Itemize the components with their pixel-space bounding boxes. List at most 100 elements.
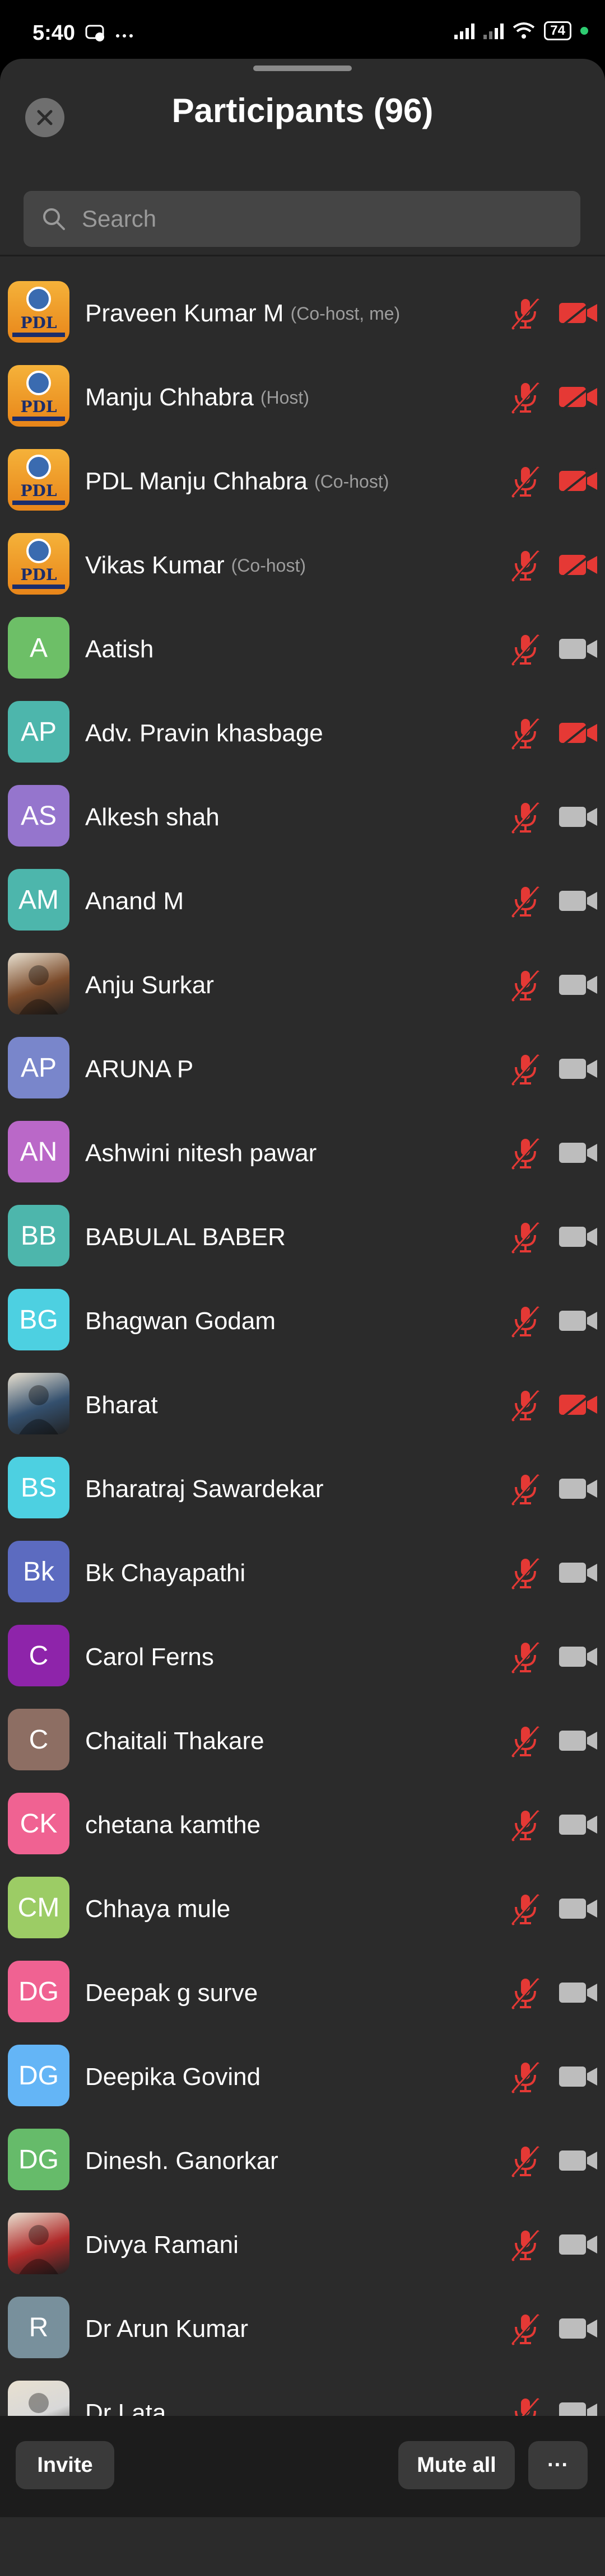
participant-row[interactable]: Anju Surkar <box>0 943 605 1027</box>
mic-muted-icon[interactable] <box>509 2312 542 2346</box>
participant-list[interactable]: PDL Praveen Kumar M (Co-host, me) PDL Manju … <box>0 272 605 2475</box>
mic-muted-icon[interactable] <box>509 1221 542 1254</box>
participant-row[interactable]: BS Bharatraj Sawardekar <box>0 1447 605 1531</box>
video-off-icon[interactable] <box>558 1390 598 1419</box>
mic-muted-icon[interactable] <box>509 297 542 330</box>
video-icon[interactable] <box>558 1306 598 1335</box>
mic-muted-icon[interactable] <box>509 1808 542 1842</box>
video-icon[interactable] <box>558 1138 598 1167</box>
video-off-icon[interactable] <box>558 382 598 412</box>
participant-row[interactable]: PDL Praveen Kumar M (Co-host, me) <box>0 272 605 356</box>
participant-row[interactable]: CM Chhaya mule <box>0 1867 605 1951</box>
participant-row[interactable]: C Chaitali Thakare <box>0 1699 605 1783</box>
sheet-drag-handle[interactable] <box>253 66 352 71</box>
participant-row[interactable]: DG Deepak g surve <box>0 1951 605 2035</box>
video-icon[interactable] <box>558 970 598 999</box>
mic-muted-icon[interactable] <box>509 2228 542 2262</box>
mic-muted-icon[interactable] <box>509 1640 542 1674</box>
mic-muted-icon[interactable] <box>509 1724 542 1758</box>
logo-emblem <box>26 455 51 479</box>
mic-muted-icon[interactable] <box>509 381 542 414</box>
mic-muted-icon[interactable] <box>509 1892 542 1926</box>
mic-muted-icon[interactable] <box>509 465 542 498</box>
mic-muted-icon[interactable] <box>509 1388 542 1422</box>
participant-name-text: Anju Surkar <box>85 971 214 999</box>
video-icon[interactable] <box>558 1474 598 1503</box>
participant-row[interactable]: AS Alkesh shah <box>0 775 605 859</box>
video-off-icon[interactable] <box>558 466 598 495</box>
video-icon[interactable] <box>558 802 598 831</box>
participant-row[interactable]: AP ARUNA P <box>0 1027 605 1111</box>
participant-row[interactable]: BB BABULAL BABER <box>0 1195 605 1279</box>
invite-button[interactable]: Invite <box>16 2441 114 2489</box>
avatar-initials: R <box>29 2312 49 2343</box>
mic-muted-icon[interactable] <box>509 1556 542 1590</box>
participant-name: Chhaya mule <box>85 1867 230 1951</box>
mute-all-button[interactable]: Mute all <box>398 2441 515 2489</box>
participant-row[interactable]: R Dr Arun Kumar <box>0 2287 605 2371</box>
participant-name-text: Adv. Pravin khasbage <box>85 719 323 747</box>
mic-muted-icon[interactable] <box>509 1976 542 2010</box>
wifi-icon <box>513 22 535 39</box>
video-icon[interactable] <box>558 2062 598 2091</box>
avatar: AM <box>8 869 69 931</box>
notification-icon <box>85 25 133 41</box>
search-input[interactable] <box>81 205 565 233</box>
logo-strip <box>12 501 65 505</box>
mic-muted-icon[interactable] <box>509 1137 542 1170</box>
participant-row[interactable]: CK chetana kamthe <box>0 1783 605 1867</box>
video-icon[interactable] <box>558 1222 598 1251</box>
avatar-initials: C <box>29 1724 49 1755</box>
mic-muted-icon[interactable] <box>509 885 542 918</box>
logo-emblem <box>26 287 51 311</box>
participant-row[interactable]: BG Bhagwan Godam <box>0 1279 605 1363</box>
video-off-icon[interactable] <box>558 550 598 579</box>
participant-row[interactable]: DG Deepika Govind <box>0 2035 605 2119</box>
mic-muted-icon[interactable] <box>509 717 542 750</box>
video-icon[interactable] <box>558 634 598 663</box>
participant-row[interactable]: Bharat <box>0 1363 605 1447</box>
video-icon[interactable] <box>558 1978 598 2007</box>
video-icon[interactable] <box>558 1054 598 1083</box>
video-icon[interactable] <box>558 1558 598 1587</box>
video-off-icon[interactable] <box>558 298 598 328</box>
mic-muted-icon[interactable] <box>509 1305 542 1338</box>
mic-muted-icon[interactable] <box>509 2060 542 2094</box>
participant-name: Dinesh. Ganorkar <box>85 2119 278 2203</box>
participant-row[interactable]: A Aatish <box>0 607 605 691</box>
participant-name: Carol Ferns <box>85 1615 214 1699</box>
video-icon[interactable] <box>558 1642 598 1671</box>
participant-row[interactable]: AP Adv. Pravin khasbage <box>0 691 605 775</box>
avatar-initials: CK <box>20 1808 58 1839</box>
mic-muted-icon[interactable] <box>509 633 542 666</box>
avatar: DG <box>8 2129 69 2190</box>
participant-row[interactable]: AN Ashwini nitesh pawar <box>0 1111 605 1195</box>
video-icon[interactable] <box>558 2146 598 2175</box>
participant-row[interactable]: Divya Ramani <box>0 2203 605 2287</box>
more-options-button[interactable]: ··· <box>528 2441 588 2489</box>
participant-row[interactable]: PDL Vikas Kumar (Co-host) <box>0 523 605 607</box>
status-time: 5:40 <box>32 21 76 45</box>
video-icon[interactable] <box>558 2314 598 2343</box>
video-icon[interactable] <box>558 1810 598 1839</box>
mic-muted-icon[interactable] <box>509 969 542 1002</box>
video-off-icon[interactable] <box>558 718 598 747</box>
video-icon[interactable] <box>558 2230 598 2259</box>
mic-muted-icon[interactable] <box>509 1472 542 1506</box>
video-icon[interactable] <box>558 1726 598 1755</box>
search-bar[interactable] <box>24 191 580 247</box>
avatar-initials: DG <box>18 2060 59 2091</box>
participant-row[interactable]: C Carol Ferns <box>0 1615 605 1699</box>
participant-row[interactable]: Bk Bk Chayapathi <box>0 1531 605 1615</box>
participant-row[interactable]: PDL Manju Chhabra (Host) <box>0 356 605 440</box>
mic-muted-icon[interactable] <box>509 549 542 582</box>
participant-row[interactable]: AM Anand M <box>0 859 605 943</box>
video-icon[interactable] <box>558 886 598 915</box>
divider <box>0 255 605 256</box>
mic-muted-icon[interactable] <box>509 801 542 834</box>
participant-row[interactable]: PDL PDL Manju Chhabra (Co-host) <box>0 440 605 523</box>
mic-muted-icon[interactable] <box>509 2144 542 2178</box>
video-icon[interactable] <box>558 1894 598 1923</box>
mic-muted-icon[interactable] <box>509 1053 542 1086</box>
participant-row[interactable]: DG Dinesh. Ganorkar <box>0 2119 605 2203</box>
